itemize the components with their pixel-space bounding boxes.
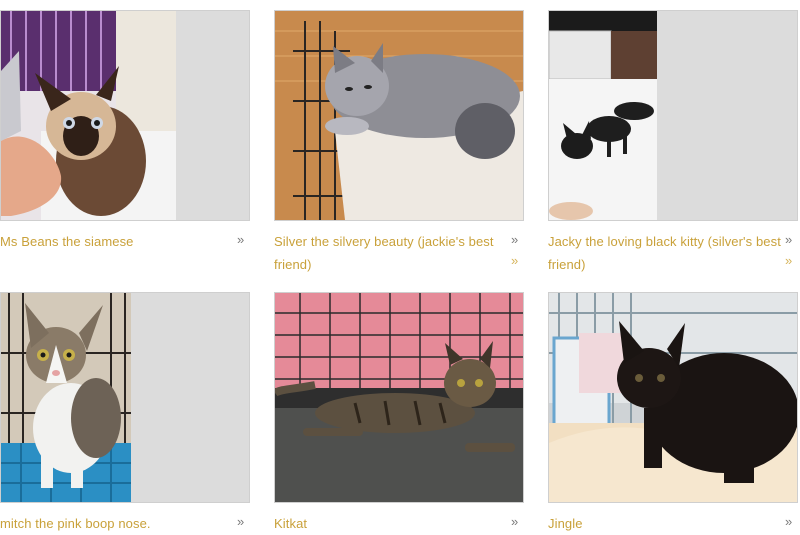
card-caption[interactable]: Jingle: [548, 512, 773, 535]
chevron-double-right-icon[interactable]: »: [785, 515, 792, 528]
cat-photo-ms-beans[interactable]: [0, 10, 250, 221]
cat-photo-jingle[interactable]: [548, 292, 798, 503]
card-caption[interactable]: Kitkat: [274, 512, 499, 535]
card-caption[interactable]: Ms Beans the siamese: [0, 230, 225, 253]
chevron-double-right-icon[interactable]: »: [511, 254, 518, 267]
chevron-double-right-icon[interactable]: »: [785, 233, 792, 246]
cat-photo-silver[interactable]: [274, 10, 524, 221]
card-caption[interactable]: Jacky the loving black kitty (silver's b…: [548, 230, 784, 276]
cat-photo-jacky[interactable]: [548, 10, 798, 221]
cat-photo-kitkat[interactable]: [274, 292, 524, 503]
chevron-double-right-icon[interactable]: »: [511, 515, 518, 528]
card-caption[interactable]: Silver the silvery beauty (jackie's best…: [274, 230, 506, 276]
chevron-double-right-icon[interactable]: »: [237, 233, 244, 246]
chevron-double-right-icon[interactable]: »: [785, 254, 792, 267]
cat-photo-mitch[interactable]: [0, 292, 250, 503]
chevron-double-right-icon[interactable]: »: [237, 515, 244, 528]
card-caption[interactable]: mitch the pink boop nose.: [0, 512, 225, 535]
chevron-double-right-icon[interactable]: »: [511, 233, 518, 246]
